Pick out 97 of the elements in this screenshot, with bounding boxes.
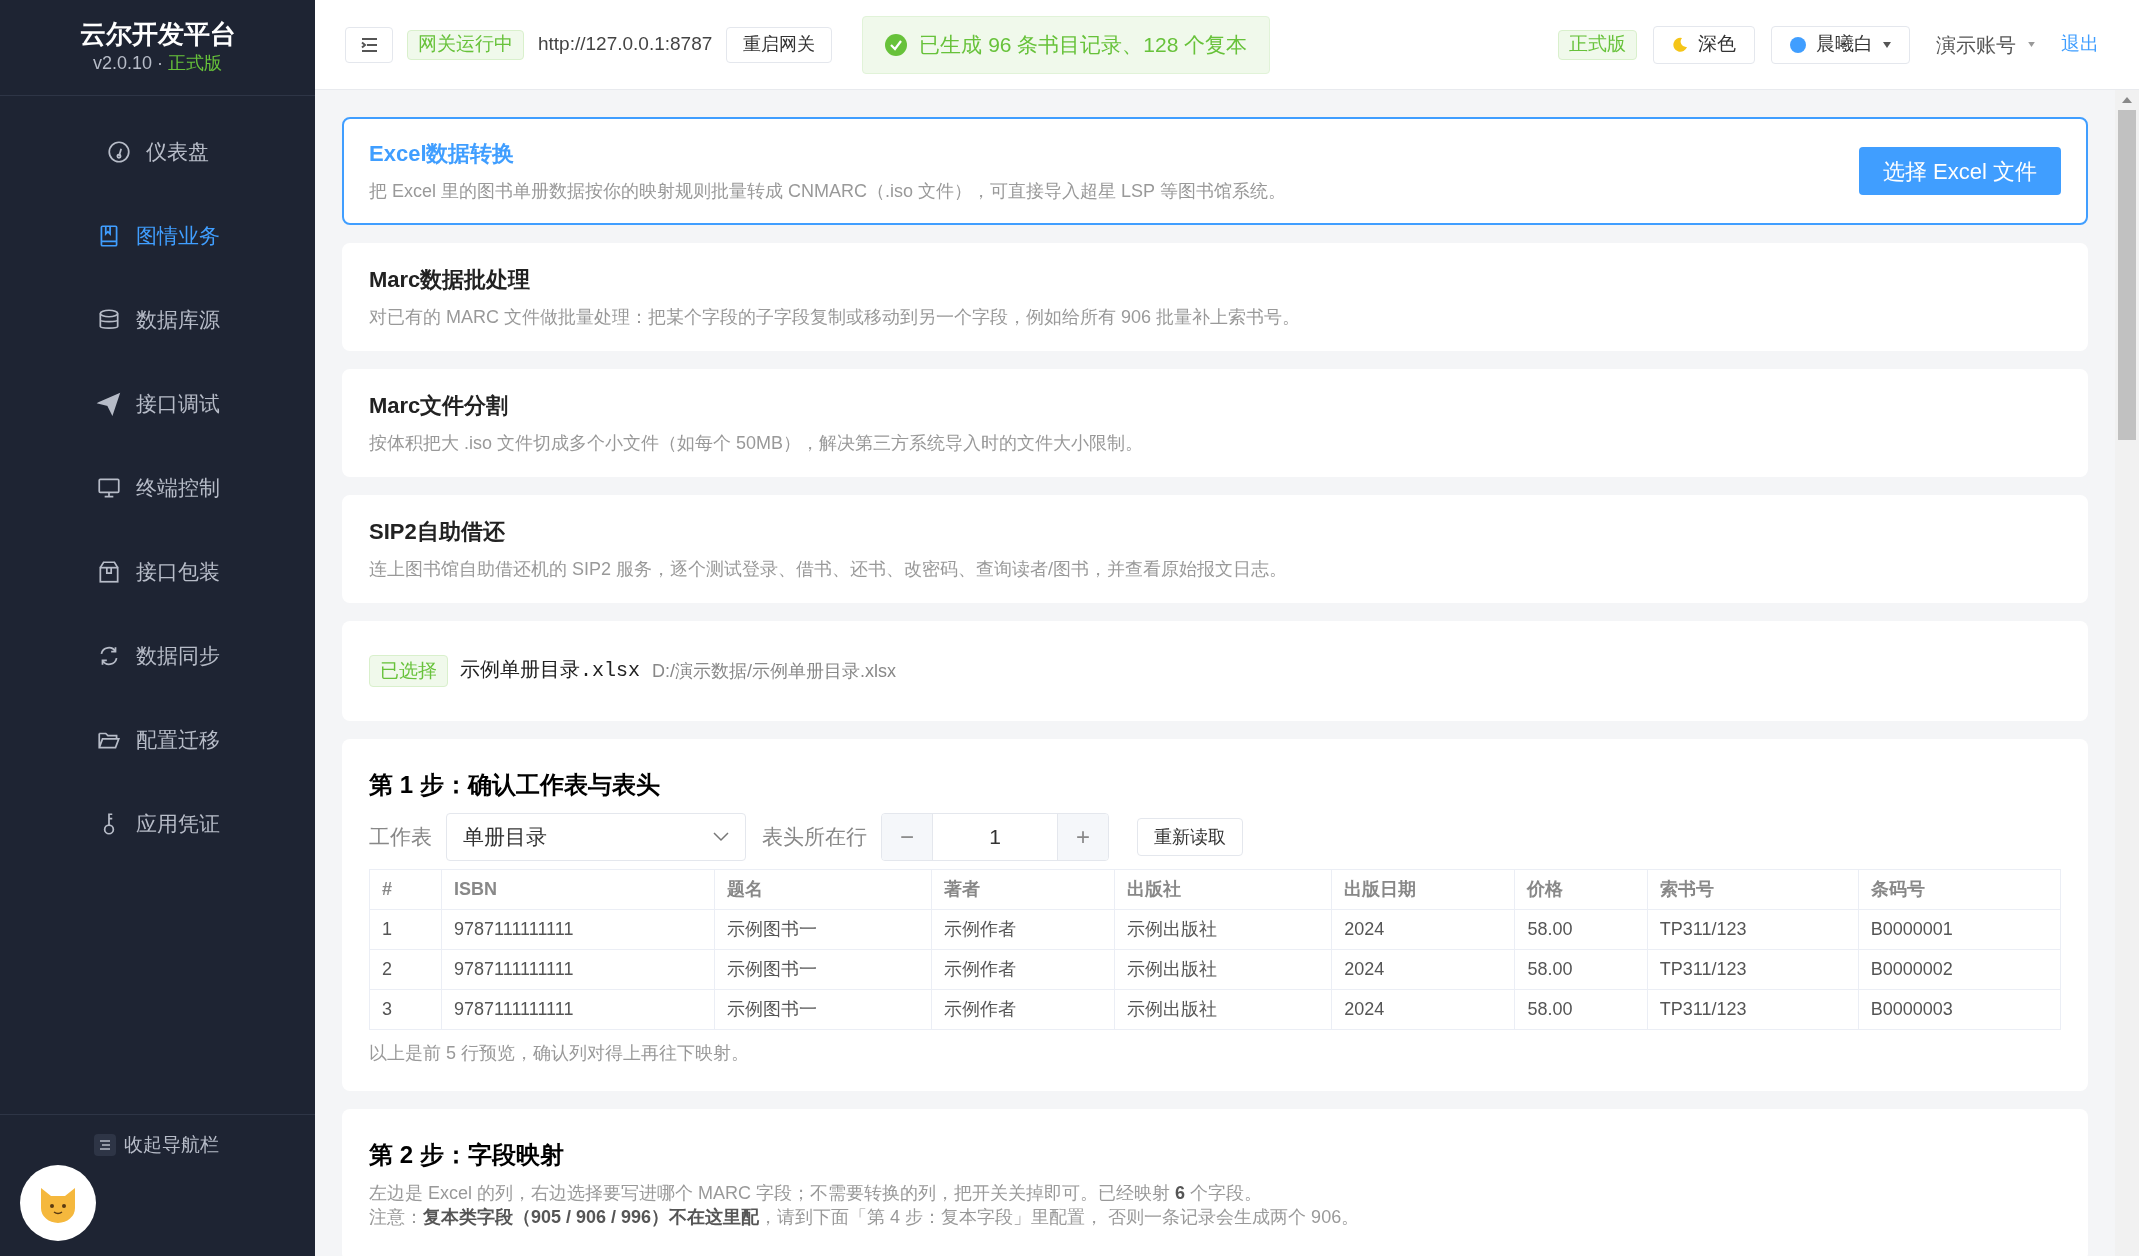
menu-button[interactable] [345, 26, 393, 63]
nav-item[interactable]: 接口调试 [0, 362, 315, 446]
feature-title: Marc数据批处理 [369, 266, 532, 294]
feature-description: 连上图书馆自助借还机的 SIP2 服务，逐个测试登录、借书、还书、改密码、查询读者/图书，并查看原始报文日志。 [369, 558, 1289, 581]
account-menu[interactable]: 演示账号 [1926, 25, 2045, 64]
version-text: v2.0.10 · [92, 52, 164, 76]
app-title: 云尔开发平台 [79, 17, 236, 51]
feature-description: 把 Excel 里的图书单册数据按你的映射规则批量转成 CNMARC（.iso 文件），可直接导入超星 LSP 等图书馆系统。 [369, 180, 1287, 203]
table-cell: B0000003 [1858, 989, 2061, 1030]
table-cell: 9787111111111 [441, 909, 715, 950]
scroll-up-icon[interactable] [2121, 96, 2133, 104]
scroll-thumb[interactable] [2118, 110, 2136, 440]
column-header: 索书号 [1647, 869, 1859, 910]
table-cell: 58.00 [1514, 949, 1648, 990]
preview-note: 以上是前 5 行预览，确认列对得上再往下映射。 [369, 1042, 750, 1065]
dark-mode-button[interactable]: 深色 [1653, 25, 1755, 64]
table-cell: B0000001 [1858, 909, 2061, 950]
gateway-url: http://127.0.0.1:8787 [538, 32, 713, 57]
scrollbar[interactable] [2115, 90, 2139, 1256]
table-cell: 示例作者 [931, 909, 1115, 950]
caret-icon [2028, 42, 2035, 47]
table-cell: TP311/123 [1647, 949, 1859, 990]
table-cell: 示例出版社 [1114, 949, 1332, 990]
hint-text: 注意：复本类字段（905 / 906 / 996）不在这里配，请到下面「第 4 步：复本字段」里配置， 否则一条记录会生成两个 906。 [369, 1206, 1361, 1229]
header-row-label: 表头所在行 [762, 824, 867, 851]
paper-plane-icon [95, 391, 122, 417]
table-cell: 58.00 [1514, 989, 1648, 1030]
file-path: D:/演示数据/示例单册目录.xlsx [652, 659, 897, 683]
table-cell: 9787111111111 [441, 989, 715, 1030]
check-circle-icon [885, 33, 908, 56]
table-cell: 3 [369, 989, 442, 1030]
table-cell: 示例作者 [931, 949, 1115, 990]
feature-title: Marc文件分割 [369, 392, 510, 420]
column-header: 出版日期 [1331, 869, 1515, 910]
increment-button[interactable]: + [1058, 814, 1108, 860]
sheet-select[interactable]: 单册目录 [446, 813, 746, 861]
table-cell: 示例图书一 [714, 949, 932, 990]
table-cell: 2024 [1331, 909, 1515, 950]
edition-text: 正式版 [168, 52, 222, 76]
table-cell: 2024 [1331, 989, 1515, 1030]
list-icon [94, 1134, 116, 1157]
column-header: ISBN [441, 869, 715, 910]
reload-button[interactable]: 重新读取 [1137, 818, 1243, 856]
nav-item[interactable]: 数据同步 [0, 614, 315, 698]
feature-description: 按体积把大 .iso 文件切成多个小文件（如每个 50MB），解决第三方系统导入时的文件大小限制。 [369, 432, 1145, 455]
feature-title: Excel数据转换 [369, 140, 516, 168]
table-cell: TP311/123 [1647, 909, 1859, 950]
theme-color-icon [1790, 36, 1806, 53]
feature-card[interactable]: SIP2自助借还 连上图书馆自助借还机的 SIP2 服务，逐个测试登录、借书、还书、改密码、查询读者/图书，并查看原始报文日志。 [342, 495, 2088, 603]
selected-tag: 已选择 [369, 655, 448, 687]
table-cell: 示例出版社 [1114, 989, 1332, 1030]
step-title: 第 1 步：确认工作表与表头 [369, 770, 661, 800]
table-cell: 1 [369, 909, 442, 950]
table-cell: 示例图书一 [714, 909, 932, 950]
nav-item[interactable]: 终端控制 [0, 446, 315, 530]
restart-button[interactable]: 重启网关 [726, 26, 833, 63]
feature-card[interactable]: Marc数据批处理 对已有的 MARC 文件做批量处理：把某个字段的子字段复制或移动到另一个字段，例如给所有 906 批量补上索书号。 [342, 243, 2088, 351]
nav-item[interactable]: 接口包装 [0, 530, 315, 614]
monitor-icon [95, 475, 122, 501]
nav-item[interactable]: 数据库源 [0, 278, 315, 362]
table-cell: B0000002 [1858, 949, 2061, 990]
menu-icon [359, 36, 379, 53]
table-cell: 58.00 [1514, 909, 1648, 950]
header-row-stepper[interactable]: − 1 + [881, 813, 1109, 861]
table-cell: 2024 [1331, 949, 1515, 990]
gauge-icon [106, 139, 132, 165]
nav-item[interactable]: 应用凭证 [0, 782, 315, 866]
table-cell: 示例作者 [931, 989, 1115, 1030]
chevron-down-icon [713, 832, 729, 842]
nav-item[interactable]: 配置迁移 [0, 698, 315, 782]
feature-card[interactable]: Marc文件分割 按体积把大 .iso 文件切成多个小文件（如每个 50MB），解决第三方系统导入时的文件大小限制。 [342, 369, 2088, 477]
feature-description: 对已有的 MARC 文件做批量处理：把某个字段的子字段复制或移动到另一个字段，例如给所有 906 批量补上索书号。 [369, 306, 1302, 329]
column-header: 价格 [1514, 869, 1648, 910]
edition-tag: 正式版 [1558, 29, 1637, 60]
column-header: 题名 [714, 869, 932, 910]
sheet-label: 工作表 [369, 824, 432, 851]
table-cell: 2 [369, 949, 442, 990]
theme-dropdown[interactable]: 晨曦白 [1771, 25, 1910, 64]
table-cell: 9787111111111 [441, 949, 715, 990]
success-message: 已生成 96 条书目记录、128 个复本 [862, 15, 1271, 74]
table-cell: 示例出版社 [1114, 909, 1332, 950]
feature-title: SIP2自助借还 [369, 518, 506, 546]
caret-icon [1883, 41, 1891, 48]
nav-item[interactable]: 图情业务 [0, 194, 315, 278]
status-tag: 网关运行中 [407, 29, 524, 60]
table-cell: 示例图书一 [714, 989, 932, 1030]
column-header: 著者 [931, 869, 1115, 910]
collapse-nav-button[interactable]: 收起导航栏 [94, 1131, 219, 1160]
table-cell: TP311/123 [1647, 989, 1859, 1030]
file-name: 示例单册目录.xlsx [460, 658, 640, 684]
step-title: 第 2 步：字段映射 [369, 1140, 565, 1170]
hint-text: 左边是 Excel 的列，右边选择要写进哪个 MARC 字段；不需要转换的列，把开关关掉即可。已经映射 6 个字段。 [369, 1182, 1264, 1205]
nav-item[interactable]: 仪表盘 [0, 110, 315, 194]
column-header: # [369, 869, 442, 910]
moon-icon [1672, 36, 1688, 53]
column-header: 出版社 [1114, 869, 1332, 910]
column-header: 条码号 [1858, 869, 2061, 910]
